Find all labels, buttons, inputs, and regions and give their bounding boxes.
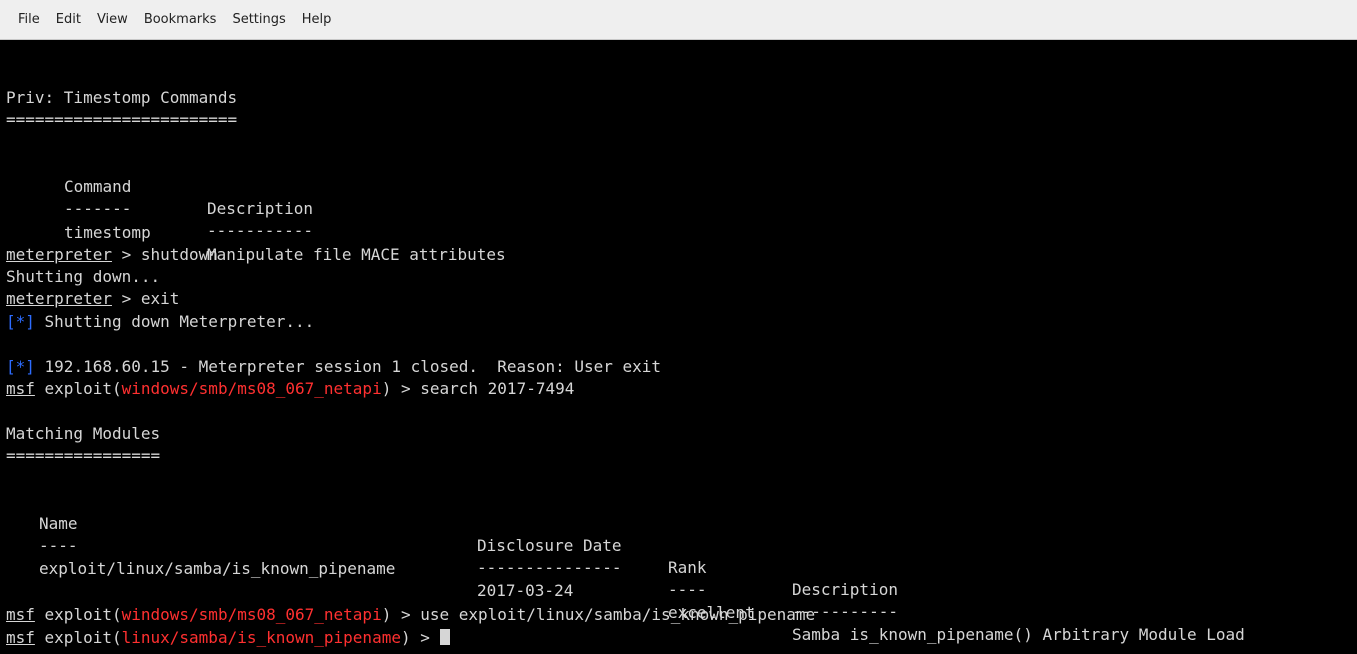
cmd-table-rule: ------- -----------	[6, 176, 313, 240]
section-title: Priv: Timestomp Commands	[6, 88, 238, 107]
mod-rule-date: ---------------	[477, 558, 622, 577]
msf-prompt: msf	[6, 379, 35, 398]
msf-prompt: msf	[6, 628, 35, 647]
terminal-line: msf exploit(windows/smb/ms08_067_netapi)…	[6, 604, 815, 626]
module-name: windows/smb/ms08_067_netapi	[121, 379, 382, 398]
menu-view[interactable]: View	[89, 12, 136, 27]
mod-cell-name: exploit/linux/samba/is_known_pipename	[39, 559, 396, 578]
text-cursor	[439, 629, 450, 645]
command-text: > shutdown	[111, 245, 218, 264]
output-text: Shutting down Meterpreter...	[34, 312, 315, 331]
command-text: > exit	[111, 289, 180, 308]
module-name: windows/smb/ms08_067_netapi	[121, 605, 382, 624]
section-rule: ========================	[6, 110, 238, 129]
mod-cell-date: 2017-03-24	[477, 581, 574, 600]
section-rule: ================	[6, 446, 161, 465]
module-table-rule: ---- --------------- ---- -----------	[6, 513, 898, 621]
terminal-line: meterpreter > exit	[6, 288, 179, 310]
command-text: ) >	[400, 628, 440, 647]
terminal-output[interactable]: Priv: Timestomp Commands ===============…	[0, 41, 1357, 654]
info-tag: [*]	[6, 357, 35, 376]
module-table-header: Name Disclosure Date Rank Description	[6, 491, 898, 599]
prompt-text: exploit(	[34, 628, 122, 647]
mod-cell-description: Samba is_known_pipename() Arbitrary Modu…	[792, 625, 1245, 644]
mod-col-name: Name	[39, 514, 78, 533]
cmd-table-header: Command Description	[6, 154, 313, 218]
prompt-text: exploit(	[34, 379, 122, 398]
module-name: linux/samba/is_known_pipename	[121, 628, 401, 647]
section-title: Matching Modules	[6, 424, 161, 443]
mod-col-description: Description	[792, 580, 898, 599]
command-text: ) > use exploit/linux/samba/is_known_pip…	[381, 605, 816, 624]
command-text: ) > search 2017-7494	[381, 379, 575, 398]
mod-rule-name: ----	[39, 536, 78, 555]
menu-file[interactable]: File	[10, 12, 48, 27]
mod-col-rank: Rank	[668, 558, 707, 577]
meterpreter-prompt: meterpreter	[6, 245, 112, 264]
terminal-window: File Edit View Bookmarks Settings Help P…	[0, 0, 1357, 654]
cmd-col-command: Command	[64, 177, 132, 196]
menu-bookmarks[interactable]: Bookmarks	[136, 12, 225, 27]
table-row: exploit/linux/samba/is_known_pipename 20…	[6, 536, 1245, 644]
mod-col-date: Disclosure Date	[477, 536, 622, 555]
meterpreter-prompt: meterpreter	[6, 289, 112, 308]
output-text: 192.168.60.15 - Meterpreter session 1 cl…	[34, 357, 662, 376]
menu-edit[interactable]: Edit	[48, 12, 89, 27]
cmd-cell-description: Manipulate file MACE attributes	[207, 245, 506, 264]
prompt-text: exploit(	[34, 605, 122, 624]
menu-bar: File Edit View Bookmarks Settings Help	[0, 0, 1357, 40]
terminal-line: msf exploit(windows/smb/ms08_067_netapi)…	[6, 378, 574, 400]
terminal-line: Shutting down...	[6, 267, 161, 286]
table-row: timestomp Manipulate file MACE attribute…	[6, 200, 506, 264]
msf-prompt: msf	[6, 605, 35, 624]
menu-help[interactable]: Help	[294, 12, 340, 27]
info-tag: [*]	[6, 312, 35, 331]
mod-rule-rank: ----	[668, 580, 707, 599]
cmd-col-description: Description	[207, 199, 313, 218]
cmd-cell-command: timestomp	[64, 223, 151, 242]
terminal-line: msf exploit(linux/samba/is_known_pipenam…	[6, 627, 450, 649]
cmd-rule-command: -------	[64, 199, 132, 218]
terminal-line: [*] Shutting down Meterpreter...	[6, 311, 314, 333]
menu-settings[interactable]: Settings	[224, 12, 293, 27]
terminal-line: [*] 192.168.60.15 - Meterpreter session …	[6, 356, 661, 378]
terminal-line: meterpreter > shutdown	[6, 244, 218, 266]
cmd-rule-description: -----------	[207, 221, 313, 240]
